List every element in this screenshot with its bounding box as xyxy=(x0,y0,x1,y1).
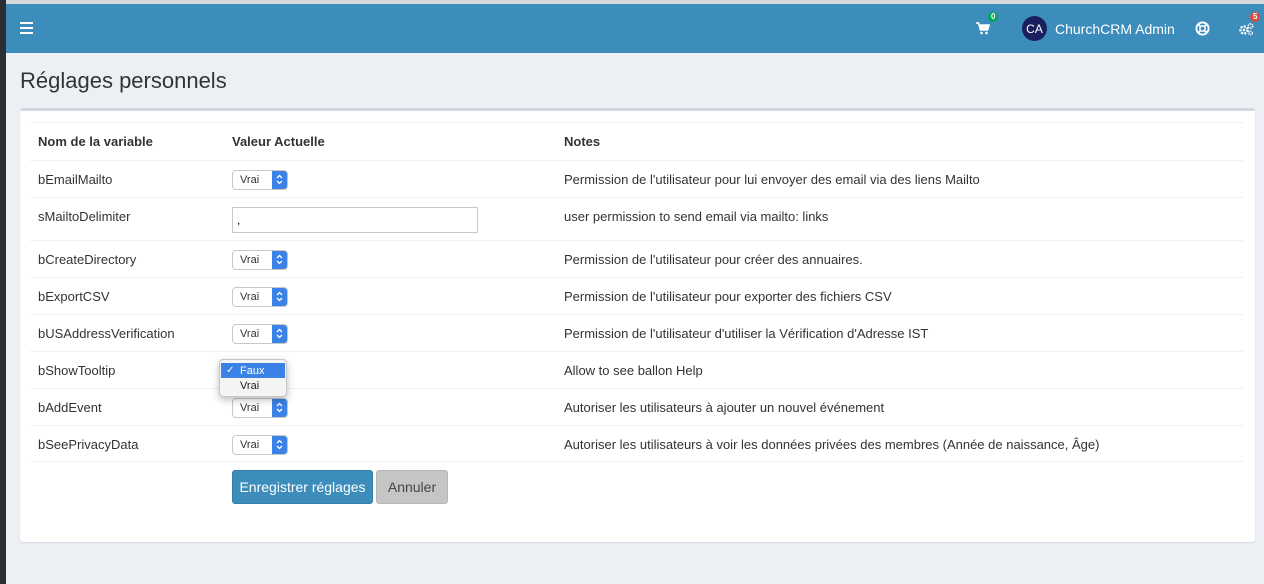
user-menu[interactable]: CA ChurchCRM Admin xyxy=(1022,4,1175,53)
table-row: bSeePrivacyData Vrai Autoriser les utili… xyxy=(30,425,1243,462)
variable-name: bUSAddressVerification xyxy=(38,326,175,341)
table-row: bExportCSV Vrai Permission de l'utilisat… xyxy=(30,277,1243,314)
select-arrows-icon xyxy=(272,170,287,189)
tooltip-select-dropdown[interactable]: ✓ Faux Vrai xyxy=(219,359,287,397)
window-edge xyxy=(0,0,6,584)
variable-note: user permission to send email via mailto… xyxy=(564,209,829,224)
select-arrows-icon xyxy=(272,250,287,269)
table-header-row: Nom de la variable Valeur Actuelle Notes xyxy=(30,122,1243,159)
select-arrows-icon xyxy=(272,435,287,454)
settings-button[interactable]: 5 xyxy=(1238,4,1261,53)
variable-name: bAddEvent xyxy=(38,400,102,415)
settings-count-badge: 5 xyxy=(1250,12,1261,22)
variable-name: sMailtoDelimiter xyxy=(38,209,131,224)
cart-button[interactable]: 0 xyxy=(976,4,999,53)
variable-name: bSeePrivacyData xyxy=(38,437,139,452)
variable-note: Autoriser les utilisateurs à voir les do… xyxy=(564,437,1100,452)
variable-note: Permission de l'utilisateur pour créer d… xyxy=(564,252,863,267)
value-select[interactable]: Vrai xyxy=(232,323,288,344)
value-select[interactable]: Vrai xyxy=(232,169,288,190)
select-value: Vrai xyxy=(240,327,260,340)
select-value: Vrai xyxy=(240,173,260,186)
variable-note: Allow to see ballon Help xyxy=(564,363,703,378)
variable-name: bEmailMailto xyxy=(38,172,113,187)
top-navbar: 0 CA ChurchCRM Admin 5 xyxy=(6,4,1264,53)
select-value: Vrai xyxy=(240,438,260,451)
table-row: bEmailMailto Vrai Permission de l'utilis… xyxy=(30,160,1243,197)
menu-toggle-icon[interactable] xyxy=(20,22,33,34)
cart-icon xyxy=(976,22,990,35)
value-select[interactable]: Vrai xyxy=(232,249,288,270)
gears-icon xyxy=(1239,22,1254,35)
variable-note: Permission de l'utilisateur pour lui env… xyxy=(564,172,980,187)
table-row: bAddEvent Vrai Autoriser les utilisateur… xyxy=(30,388,1243,425)
select-value: Vrai xyxy=(240,253,260,266)
variable-note: Permission de l'utilisateur d'utiliser l… xyxy=(564,326,929,341)
avatar: CA xyxy=(1022,16,1047,41)
select-value: Vrai xyxy=(240,290,260,303)
table-row: bUSAddressVerification Vrai Permission d… xyxy=(30,314,1243,351)
variable-name: bCreateDirectory xyxy=(38,252,137,267)
variable-note: Autoriser les utilisateurs à ajouter un … xyxy=(564,400,885,415)
select-arrows-icon xyxy=(272,287,287,306)
variable-name: bExportCSV xyxy=(38,289,110,304)
dropdown-option-faux[interactable]: ✓ Faux xyxy=(221,363,285,378)
user-name: ChurchCRM Admin xyxy=(1055,20,1175,37)
select-arrows-icon xyxy=(272,324,287,343)
help-button[interactable] xyxy=(1195,4,1211,53)
select-value: Vrai xyxy=(240,401,260,414)
cancel-button[interactable]: Annuler xyxy=(376,470,448,504)
dropdown-option-vrai[interactable]: Vrai xyxy=(220,378,286,393)
dropdown-option-label: Vrai xyxy=(240,379,260,392)
dropdown-option-label: Faux xyxy=(240,364,265,377)
value-select[interactable]: Vrai xyxy=(232,397,288,418)
delimiter-input[interactable] xyxy=(232,206,478,233)
page-title: Réglages personnels xyxy=(20,68,227,93)
column-header-notes: Notes xyxy=(564,134,601,149)
checkmark-icon: ✓ xyxy=(226,365,235,376)
column-header-name: Nom de la variable xyxy=(38,134,153,149)
table-row: bCreateDirectory Vrai Permission de l'ut… xyxy=(30,240,1243,277)
variable-name: bShowTooltip xyxy=(38,363,116,378)
save-settings-button[interactable]: Enregistrer réglages xyxy=(232,470,373,504)
select-arrows-icon xyxy=(272,398,287,417)
table-row: bShowTooltip Allow to see ballon Help xyxy=(30,351,1243,388)
value-select[interactable]: Vrai xyxy=(232,286,288,307)
value-select[interactable]: Vrai xyxy=(232,434,288,455)
table-row: sMailtoDelimiter user permission to send… xyxy=(30,197,1243,240)
variable-note: Permission de l'utilisateur pour exporte… xyxy=(564,289,892,304)
column-header-value: Valeur Actuelle xyxy=(232,134,325,149)
cart-count-badge: 0 xyxy=(988,12,999,22)
lifebuoy-icon xyxy=(1195,21,1210,36)
